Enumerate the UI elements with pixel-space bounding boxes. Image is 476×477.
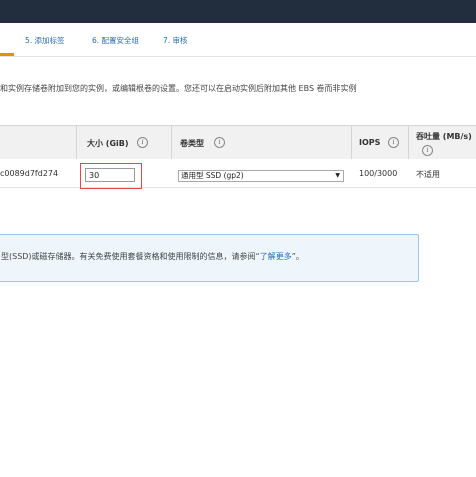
step-review[interactable]: 7. 审核 <box>163 35 188 46</box>
storage-description: 和实例存储卷附加到您的实例，或编辑根卷的设置。您还可以在启动实例后附加其他 EB… <box>0 84 357 93</box>
console-top-bar <box>0 0 476 23</box>
column-divider <box>351 126 352 159</box>
throughput-column-header: 吞吐量 (MB/s) <box>416 132 472 141</box>
notice-suffix: ”。 <box>291 252 304 261</box>
table-header: 大小 (GiB) i 卷类型 i IOPS i 吞吐量 (MB/s) i <box>0 125 476 160</box>
volume-type-info-icon[interactable]: i <box>214 137 225 148</box>
dropdown-arrow-icon: ▼ <box>335 172 340 179</box>
column-divider <box>171 126 172 159</box>
volume-type-select[interactable]: 通用型 SSD (gp2) ▼ <box>178 170 344 182</box>
volume-type-selected-value: 通用型 SSD (gp2) <box>181 171 244 180</box>
wizard-steps: 5. 添加标签 6. 配置安全组 7. 审核 <box>0 23 476 57</box>
iops-info-icon[interactable]: i <box>388 137 399 148</box>
column-divider <box>76 126 77 159</box>
step-add-tags[interactable]: 5. 添加标签 <box>25 35 65 46</box>
step-configure-security-group[interactable]: 6. 配置安全组 <box>92 35 139 46</box>
free-tier-notice: 型(SSD)或磁存储器。有关免费使用套餐资格和使用限制的信息，请参阅“了解更多”… <box>0 234 419 282</box>
iops-value: 100/3000 <box>359 169 398 178</box>
learn-more-link[interactable]: 了解更多 <box>260 252 292 261</box>
size-column-header: 大小 (GiB) <box>87 139 129 148</box>
notice-text: 型(SSD)或磁存储器。有关免费使用套餐资格和使用限制的信息，请参阅“ <box>1 252 260 261</box>
active-step-indicator <box>0 53 14 56</box>
throughput-value: 不适用 <box>416 170 440 179</box>
column-divider <box>408 126 409 159</box>
volume-type-column-header: 卷类型 <box>180 139 204 148</box>
volume-size-input[interactable] <box>85 168 135 182</box>
iops-column-header: IOPS <box>359 138 381 147</box>
throughput-info-icon[interactable]: i <box>422 145 433 156</box>
snapshot-id: c0089d7fd274 <box>0 169 59 178</box>
size-info-icon[interactable]: i <box>137 137 148 148</box>
